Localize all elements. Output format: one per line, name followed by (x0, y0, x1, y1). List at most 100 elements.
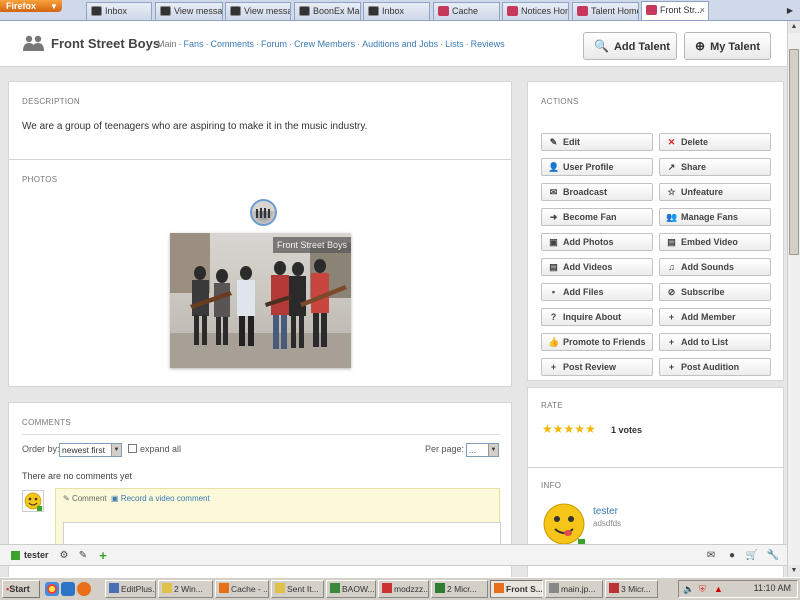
photos-panel: PHOTOS Front Street Boys (8, 159, 512, 387)
add-files-button[interactable]: ▪ Add Files (541, 283, 653, 301)
embed-video-button[interactable]: ▤ Embed Video (659, 233, 771, 251)
order-select[interactable]: newest first ▼ (59, 443, 122, 457)
scrollbar-thumb[interactable] (789, 49, 799, 255)
expand-all-label: expand all (140, 444, 182, 454)
browser-tab[interactable]: View message (225, 2, 291, 20)
nav-crew-members[interactable]: Crew Members (294, 39, 355, 49)
film-icon: ▤ (667, 237, 676, 247)
user-profile-button[interactable]: 👤 User Profile (541, 158, 653, 176)
browser-tab[interactable]: BoonEx Mark... (294, 2, 361, 20)
author-avatar[interactable] (542, 502, 586, 546)
taskbar-task[interactable]: EditPlus... (105, 580, 156, 598)
firefox-icon[interactable] (77, 582, 91, 596)
band-photo[interactable]: Front Street Boys (170, 233, 351, 368)
subscribe-button[interactable]: ⊘ Subscribe (659, 283, 771, 301)
inquire-about-button[interactable]: ? Inquire About (541, 308, 653, 326)
gear-icon[interactable]: ⚙ (57, 549, 71, 563)
browser-tab[interactable]: Inbox (86, 2, 152, 20)
nav-fans[interactable]: Fans (184, 39, 204, 49)
pdf-icon[interactable]: ▲ (714, 584, 723, 594)
close-tab-icon[interactable]: × (700, 2, 705, 18)
taskbar-task[interactable]: main.jp... (545, 580, 603, 598)
start-button[interactable]: ▪Start (2, 580, 40, 598)
taskbar-task[interactable]: Front S... (490, 580, 543, 598)
taskbar-task[interactable]: 2 Micr... (431, 580, 488, 598)
add-talent-button[interactable]: 🔍 Add Talent (583, 32, 677, 60)
wrench-icon[interactable]: 🔧 (766, 549, 780, 563)
gmail-icon (160, 6, 171, 16)
comment-tab[interactable]: ✎ Comment (63, 494, 107, 503)
browser-tab[interactable]: Notices Home (502, 2, 569, 20)
photo-thumbnail[interactable] (250, 199, 277, 226)
browser-tab[interactable]: Inbox (363, 2, 430, 20)
broadcast-button[interactable]: ✉ Broadcast (541, 183, 653, 201)
browser-tab[interactable]: Cache (433, 2, 500, 20)
video-comment-tab[interactable]: ▣ Record a video comment (111, 494, 210, 503)
promote-to-friends-button[interactable]: 👍 Promote to Friends (541, 333, 653, 351)
clock: 11:10 AM (753, 583, 791, 593)
add-to-list-button[interactable]: + Add to List (659, 333, 771, 351)
taskbar-task[interactable]: Cache - ... (215, 580, 269, 598)
add-member-button[interactable]: + Add Member (659, 308, 771, 326)
add-photos-button[interactable]: ▣ Add Photos (541, 233, 653, 251)
app-icon (275, 583, 285, 593)
nav-forum[interactable]: Forum (261, 39, 287, 49)
video-icon: ▣ (111, 494, 119, 503)
my-talent-button[interactable]: ⊕ My Talent (684, 32, 771, 60)
gmail-icon (230, 6, 241, 16)
site-toolbar: tester ⚙ ✎ + ✉ ● 🛒 🔧 (0, 544, 787, 566)
author-name[interactable]: tester (593, 506, 618, 517)
edit-button[interactable]: ✎ Edit (541, 133, 653, 151)
taskbar-task[interactable]: 3 Micr... (605, 580, 658, 598)
photo-caption: Front Street Boys (272, 237, 351, 253)
tab-scroll-right-icon[interactable]: ▶ (782, 4, 798, 18)
taskbar-task[interactable]: modzzz... (378, 580, 429, 598)
nav-main[interactable]: Main (157, 39, 177, 49)
envelope-icon[interactable]: ✉ (704, 549, 718, 563)
gmail-icon (91, 6, 102, 16)
nav-comments[interactable]: Comments (211, 39, 255, 49)
share-button[interactable]: ↗ Share (659, 158, 771, 176)
toolbar-username[interactable]: tester (24, 550, 49, 560)
music-icon: ♫ (668, 262, 675, 272)
browser-tab[interactable]: Talent Home (572, 2, 639, 20)
manage-fans-button[interactable]: 👥 Manage Fans (659, 208, 771, 226)
add-videos-button[interactable]: ▤ Add Videos (541, 258, 653, 276)
cart-icon[interactable]: 🛒 (745, 549, 759, 563)
description-text: We are a group of teenagers who are aspi… (22, 121, 368, 132)
delete-button[interactable]: ✕ Delete (659, 133, 771, 151)
tray-icon[interactable]: 🔈 (683, 584, 694, 595)
shield-icon[interactable]: ⛨ (699, 584, 706, 595)
nav-auditions-jobs[interactable]: Auditions and Jobs (362, 39, 438, 49)
scroll-up-icon[interactable]: ▲ (788, 21, 800, 33)
user-icon[interactable]: ● (725, 549, 739, 563)
post-audition-button[interactable]: + Post Audition (659, 358, 771, 376)
divider (22, 434, 500, 435)
add-icon[interactable]: + (96, 549, 110, 563)
add-sounds-button[interactable]: ♫ Add Sounds (659, 258, 771, 276)
ie-icon[interactable] (61, 582, 75, 596)
chrome-icon[interactable] (45, 582, 59, 596)
become-fan-button[interactable]: ➜ Become Fan (541, 208, 653, 226)
firefox-menu-button[interactable]: Firefox ▼ (0, 0, 62, 12)
browser-tab-active[interactable]: Front Str... × (641, 1, 709, 20)
post-review-button[interactable]: + Post Review (541, 358, 653, 376)
no-comments-text: There are no comments yet (22, 471, 133, 481)
browser-tab[interactable]: View message (155, 2, 223, 20)
group-icon (23, 35, 44, 51)
nav-lists[interactable]: Lists (445, 39, 464, 49)
page-scrollbar[interactable]: ▲ ▼ (787, 21, 800, 577)
scroll-down-icon[interactable]: ▼ (788, 565, 800, 577)
description-panel: DESCRIPTION We are a group of teenagers … (8, 81, 512, 169)
expand-all-checkbox[interactable] (128, 444, 137, 453)
taskbar-task[interactable]: 2 Win... (158, 580, 213, 598)
actions-panel: ACTIONS ✎ Edit ✕ Delete 👤 User Profile ↗ Share ✉… (527, 81, 784, 381)
taskbar-task[interactable]: Sent It... (271, 580, 324, 598)
edit-icon[interactable]: ✎ (76, 549, 90, 563)
rating-stars[interactable]: ★★★★★ (542, 422, 596, 436)
taskbar-task[interactable]: BAOW... (326, 580, 376, 598)
per-page-select[interactable]: ... ▼ (466, 443, 499, 457)
film-icon: ▤ (549, 262, 558, 272)
nav-reviews[interactable]: Reviews (471, 39, 505, 49)
unfeature-button[interactable]: ☆ Unfeature (659, 183, 771, 201)
